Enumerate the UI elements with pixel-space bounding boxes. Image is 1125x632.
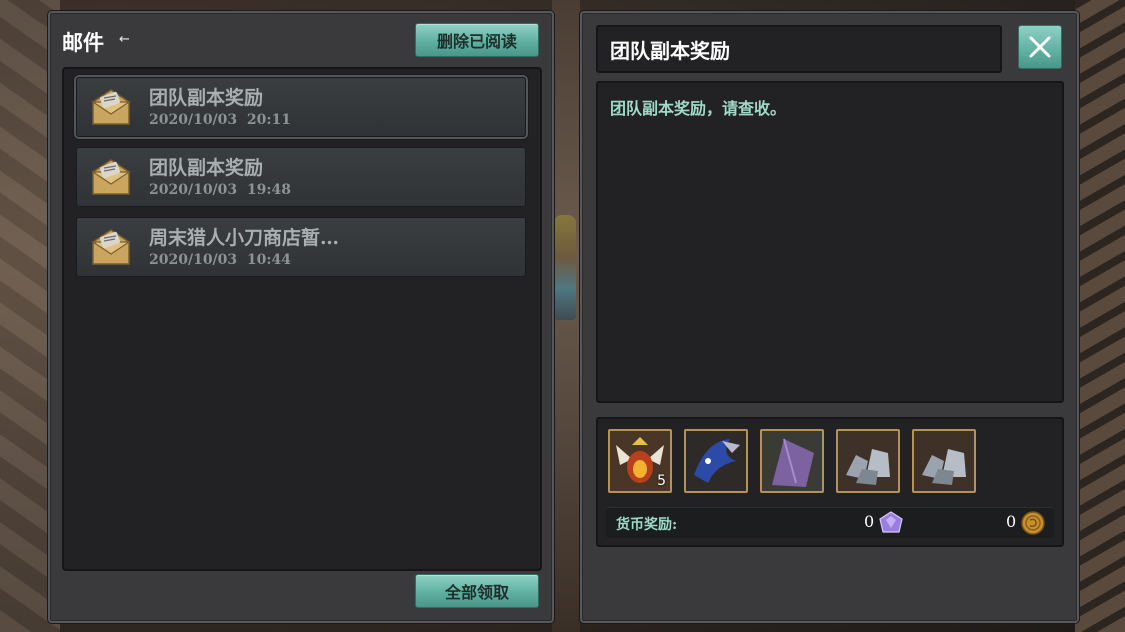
mail-subject: 团队副本奖励 <box>149 157 264 179</box>
mail-item[interactable]: 团队副本奖励 2020/10/03 20:11 <box>76 77 526 137</box>
back-arrow-icon[interactable]: ← <box>119 32 130 47</box>
mail-item[interactable]: 团队副本奖励 2020/10/03 19:48 <box>76 147 526 207</box>
blue-creature-icon <box>686 431 746 491</box>
mail-date: 2020/10/03 10:44 <box>149 252 292 268</box>
mail-date: 2020/10/03 19:48 <box>149 182 292 198</box>
mail-date: 2020/10/03 20:11 <box>149 112 292 128</box>
reward-slot[interactable] <box>836 429 900 493</box>
close-icon <box>1029 36 1051 58</box>
envelope-icon <box>91 159 131 195</box>
mail-panel-title: 邮件 <box>62 30 104 55</box>
delete-read-button[interactable]: 删除已阅读 <box>415 23 539 57</box>
coin-amount: 0 <box>1006 512 1017 531</box>
reward-slot[interactable]: 5 <box>608 429 672 493</box>
claim-all-button[interactable]: 全部领取 <box>415 574 539 608</box>
reward-slot[interactable] <box>912 429 976 493</box>
reward-count: 5 <box>657 473 666 489</box>
detail-title: 团队副本奖励 <box>610 39 730 63</box>
reward-slot[interactable] <box>684 429 748 493</box>
gem-amount: 0 <box>864 512 875 531</box>
currency-reward-label: 货币奖励: <box>616 517 678 533</box>
mail-subject: 周末猎人小刀商店暂… <box>149 227 340 249</box>
gold-coin-icon <box>1021 511 1045 535</box>
mail-item[interactable]: 周末猎人小刀商店暂… 2020/10/03 10:44 <box>76 217 526 277</box>
ore-pile-icon <box>914 431 974 491</box>
reward-slot[interactable] <box>760 429 824 493</box>
purple-feather-icon <box>762 431 822 491</box>
mail-subject: 团队副本奖励 <box>149 87 264 109</box>
background-character <box>554 215 576 320</box>
envelope-icon <box>91 89 131 125</box>
mail-body: 团队副本奖励，请查收。 <box>596 81 1064 403</box>
ore-pile-icon <box>838 431 898 491</box>
detail-title-bar: 团队副本奖励 <box>596 25 1002 73</box>
reward-section: 5 货币奖励: 0 0 <box>596 417 1064 547</box>
background-wood-right <box>1075 0 1125 632</box>
mail-list-panel: 邮件 ← 删除已阅读 团队副本奖励 2020/10/03 20:11 团队副本奖… <box>48 11 554 623</box>
mail-list: 团队副本奖励 2020/10/03 20:11 团队副本奖励 2020/10/0… <box>62 67 542 571</box>
close-button[interactable] <box>1018 25 1062 69</box>
mail-body-text: 团队副本奖励，请查收。 <box>610 99 787 118</box>
currency-reward-bar: 货币奖励: 0 0 <box>606 507 1054 538</box>
mail-detail-panel: 团队副本奖励 团队副本奖励，请查收。 5 货币奖励: 0 0 <box>580 11 1079 623</box>
purple-gem-icon <box>879 511 903 533</box>
envelope-icon <box>91 229 131 265</box>
